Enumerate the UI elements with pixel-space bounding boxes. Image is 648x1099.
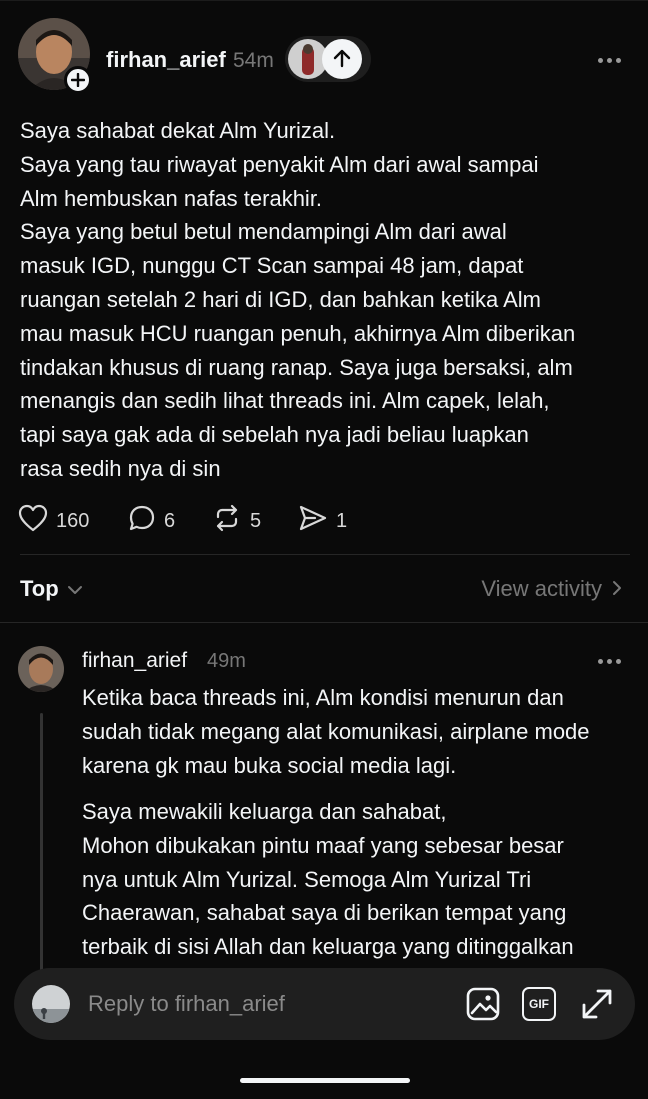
reply-timestamp: 49m [207,650,246,672]
post-line: menangis dan sedih lihat threads ini. Al… [20,388,550,414]
heart-icon [18,504,48,538]
share-button[interactable]: 1 [298,504,347,538]
post-line: Alm hembuskan nafas terakhir. [20,185,323,211]
chevron-right-icon [612,576,622,602]
post-timestamp: 54m [233,49,274,72]
comment-icon [128,504,156,538]
post-line: Saya yang tau riwayat penyakit Alm dari … [20,151,539,177]
more-options-icon[interactable] [598,58,621,63]
reply-input[interactable] [88,987,428,1021]
top-edge [0,0,648,1]
post-body: Saya sahabat dekat Alm Yurizal. Saya yan… [20,114,620,486]
reply-line: Mohon dibukakan pintu maaf yang sebesar … [82,832,564,858]
reply-more-options-icon[interactable] [598,659,621,664]
reply-line: Chaerawan, sahabat saya di berikan tempa… [82,900,567,926]
thread-line [40,713,43,975]
reply-paragraph-2: Saya mewakili keluarga dan sahabat, Moho… [82,795,574,964]
post-line: rasa sedih nya di sin [20,455,221,481]
sort-label: Top [20,576,59,601]
post-line: ruangan setelah 2 hari di IGD, dan bahka… [20,286,541,312]
reply-paragraph-1: Ketika baca threads ini, Alm kondisi men… [82,681,590,782]
like-count: 160 [56,509,90,532]
chevron-down-icon [67,576,83,602]
like-button[interactable]: 160 [18,504,89,538]
share-count: 1 [336,509,348,532]
send-icon [298,504,328,538]
current-user-avatar [32,985,70,1023]
follow-plus-icon[interactable] [64,66,92,94]
expand-icon[interactable] [579,986,615,1022]
reply-author-avatar[interactable] [18,646,64,692]
author-username[interactable]: firhan_arief [106,47,226,73]
image-icon[interactable] [465,986,501,1022]
post-line: tindakan khusus di ruang ranap. Saya jug… [20,354,573,380]
reply-line: Ketika baca threads ini, Alm kondisi men… [82,685,564,710]
repost-button[interactable]: 5 [212,504,261,538]
gif-button[interactable]: GIF [521,986,557,1022]
reply-count: 6 [164,509,176,532]
reply-username[interactable]: firhan_arief [82,649,187,673]
view-activity-label: View activity [481,576,602,601]
gif-label: GIF [529,997,549,1011]
home-indicator[interactable] [240,1078,410,1083]
sort-dropdown[interactable]: Top [20,576,83,602]
reply-line: karena gk mau buka social media lagi. [82,752,457,778]
post-line: mau masuk HCU ruangan penuh, akhirnya Al… [20,320,576,346]
repost-count: 5 [250,509,262,532]
post-line: Saya yang betul betul mendampingi Alm da… [20,219,507,245]
reply-line: nya untuk Alm Yurizal. Semoga Alm Yuriza… [82,866,532,892]
reply-line: Saya mewakili keluarga dan sahabat, [82,799,447,824]
view-activity-link[interactable]: View activity [481,576,622,602]
reply-button[interactable]: 6 [128,504,175,538]
repost-icon [212,504,242,538]
post-line: Saya sahabat dekat Alm Yurizal. [20,118,336,143]
reply-line: sudah tidak megang alat komunikasi, airp… [82,718,590,744]
reply-line: terbaik di sisi Allah dan keluarga yang … [82,934,574,960]
arrow-up-icon[interactable] [322,39,362,79]
post-line: masuk IGD, nunggu CT Scan sampai 48 jam,… [20,253,524,279]
section-divider [0,622,648,623]
divider [20,554,630,555]
post-line: tapi saya gak ada di sebelah nya jadi be… [20,422,529,448]
